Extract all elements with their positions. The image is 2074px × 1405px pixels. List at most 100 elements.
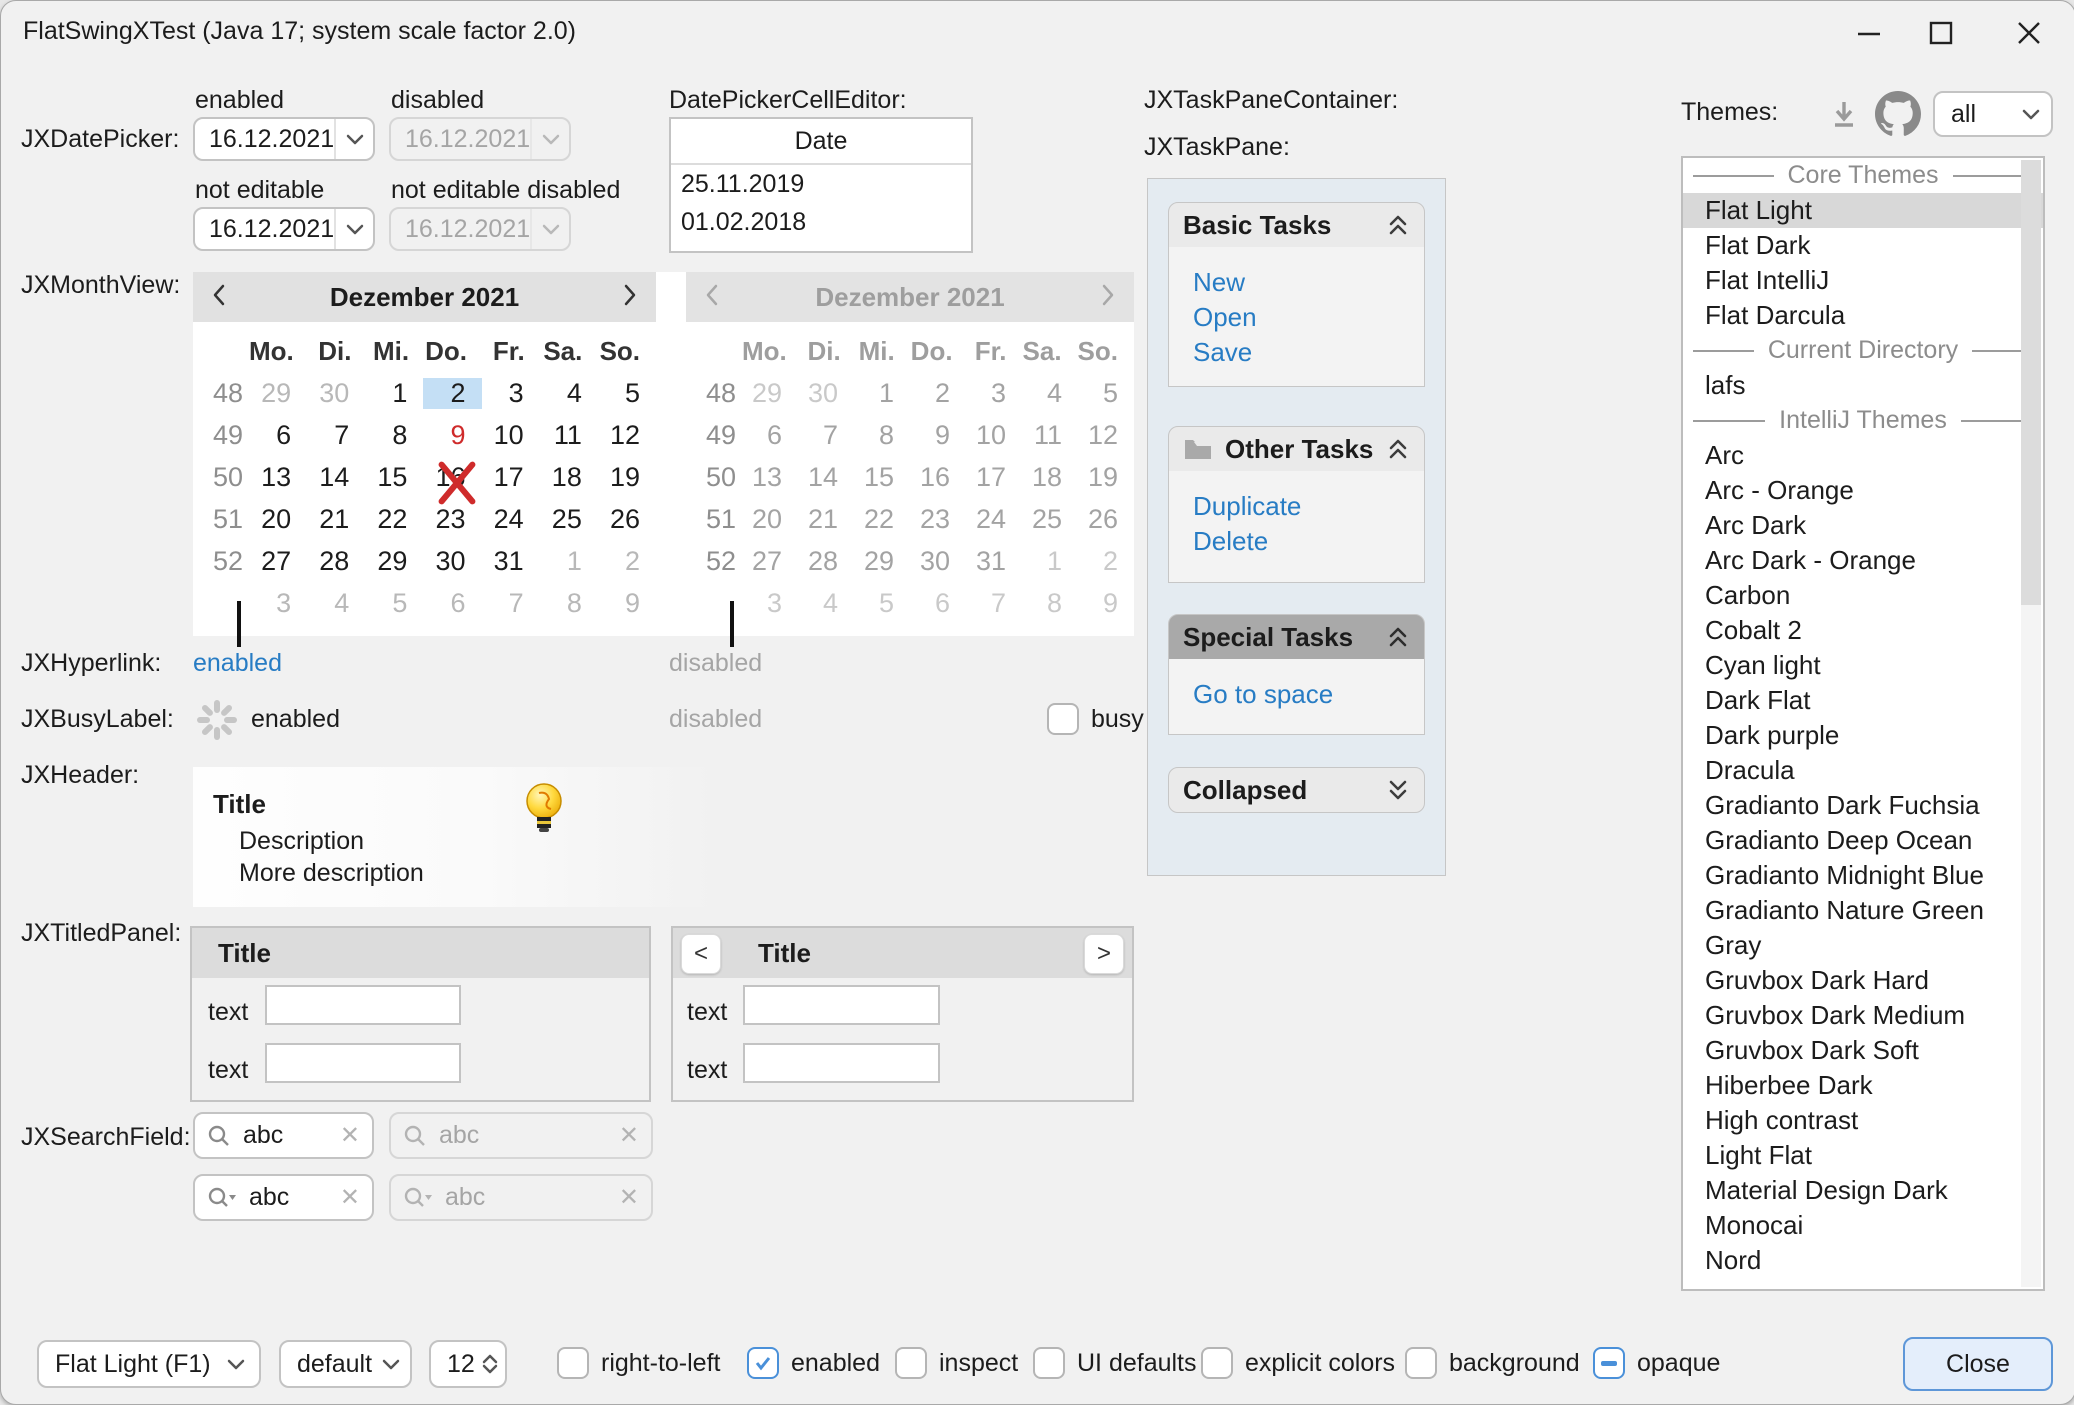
taskpane-link[interactable]: Open: [1193, 302, 1424, 337]
github-icon[interactable]: [1875, 91, 1921, 137]
day-cell[interactable]: 2: [598, 546, 656, 577]
day-cell[interactable]: 31: [482, 546, 540, 577]
theme-item[interactable]: Cyan light: [1683, 648, 2043, 683]
theme-item[interactable]: Flat IntelliJ: [1683, 263, 2043, 298]
taskpane-link[interactable]: New: [1193, 267, 1424, 302]
chevron-down-icon[interactable]: [334, 119, 373, 159]
text-input[interactable]: [743, 1043, 940, 1083]
day-cell[interactable]: 26: [598, 504, 656, 535]
day-cell[interactable]: 13: [249, 462, 307, 493]
checkbox-right-to-left[interactable]: right-to-left: [557, 1347, 720, 1379]
theme-item[interactable]: Flat Darcula: [1683, 298, 2043, 333]
day-cell[interactable]: 12: [598, 420, 656, 451]
taskpane-special-tasks-header[interactable]: Special Tasks: [1168, 614, 1425, 660]
theme-item[interactable]: Flat Light: [1683, 193, 2043, 228]
day-cell[interactable]: 1: [365, 378, 423, 409]
day-cell[interactable]: 24: [482, 504, 540, 535]
laf-combo[interactable]: Flat Light (F1): [37, 1340, 261, 1388]
theme-item[interactable]: Dracula: [1683, 753, 2043, 788]
collapse-icon[interactable]: [1386, 625, 1410, 649]
day-cell[interactable]: 5: [365, 588, 423, 619]
themes-scrollbar[interactable]: [2021, 160, 2041, 1287]
day-cell[interactable]: 15: [365, 462, 423, 493]
taskpane-link[interactable]: Go to space: [1193, 679, 1424, 714]
day-cell[interactable]: 3: [482, 378, 540, 409]
day-cell[interactable]: 7: [307, 420, 365, 451]
themes-filter-combo[interactable]: all: [1933, 91, 2053, 137]
day-cell[interactable]: 14: [307, 462, 365, 493]
calendar-grid[interactable]: Mo.Di.Mi.Do.Fr.Sa.So.4829301234549678910…: [193, 322, 656, 624]
minimize-button[interactable]: [1839, 9, 1899, 57]
day-cell[interactable]: 10: [482, 420, 540, 451]
busy-checkbox[interactable]: busy: [1047, 703, 1144, 735]
taskpane-other-tasks-header[interactable]: Other Tasks: [1168, 426, 1425, 472]
day-cell[interactable]: 28: [307, 546, 365, 577]
theme-item[interactable]: Flat Dark: [1683, 228, 2043, 263]
day-cell[interactable]: 22: [365, 504, 423, 535]
theme-item[interactable]: Material Design Dark: [1683, 1173, 2043, 1208]
table-row[interactable]: 01.02.2018: [671, 203, 971, 241]
theme-item[interactable]: Gradianto Deep Ocean: [1683, 823, 2043, 858]
theme-item[interactable]: Dark purple: [1683, 718, 2043, 753]
next-button[interactable]: >: [1084, 934, 1124, 974]
theme-item[interactable]: Carbon: [1683, 578, 2043, 613]
day-cell[interactable]: 25: [540, 504, 598, 535]
day-cell[interactable]: 21: [307, 504, 365, 535]
close-button[interactable]: [1999, 9, 2059, 57]
chevron-right-icon[interactable]: [622, 283, 638, 312]
chevron-down-icon[interactable]: [334, 209, 373, 249]
expand-icon[interactable]: [1386, 778, 1410, 802]
day-cell[interactable]: 19: [598, 462, 656, 493]
datepicker-enabled[interactable]: 16.12.2021: [193, 117, 375, 161]
search-input[interactable]: abc: [243, 1121, 328, 1150]
theme-item[interactable]: Dark Flat: [1683, 683, 2043, 718]
day-cell[interactable]: 6: [249, 420, 307, 451]
day-cell[interactable]: 2: [423, 378, 481, 409]
download-icon[interactable]: [1825, 96, 1863, 134]
theme-item[interactable]: Gray: [1683, 928, 2043, 963]
cell-editor-table[interactable]: Date 25.11.2019 01.02.2018: [669, 117, 973, 253]
day-cell[interactable]: 4: [307, 588, 365, 619]
clear-icon[interactable]: ✕: [340, 1121, 360, 1150]
day-cell[interactable]: 30: [423, 546, 481, 577]
day-cell[interactable]: 5: [598, 378, 656, 409]
search-input[interactable]: abc: [249, 1183, 328, 1212]
taskpane-link[interactable]: Delete: [1193, 526, 1424, 561]
day-cell[interactable]: 23: [423, 504, 481, 535]
theme-item[interactable]: Cobalt 2: [1683, 613, 2043, 648]
day-cell[interactable]: 20: [249, 504, 307, 535]
theme-item[interactable]: Hiberbee Dark: [1683, 1068, 2043, 1103]
checkbox-background[interactable]: background: [1405, 1347, 1580, 1379]
day-cell[interactable]: 7: [482, 588, 540, 619]
theme-item[interactable]: Light Flat: [1683, 1138, 2043, 1173]
day-cell[interactable]: 8: [365, 420, 423, 451]
theme-item[interactable]: Gradianto Nature Green: [1683, 893, 2043, 928]
checkbox-inspect[interactable]: inspect: [895, 1347, 1018, 1379]
checkbox-enabled[interactable]: enabled: [747, 1347, 880, 1379]
checkbox-explicit-colors[interactable]: explicit colors: [1201, 1347, 1395, 1379]
themes-list[interactable]: Core ThemesFlat LightFlat DarkFlat Intel…: [1681, 156, 2045, 1291]
text-input[interactable]: [265, 1043, 461, 1083]
text-input[interactable]: [265, 985, 461, 1025]
spinner-arrows[interactable]: [475, 1342, 505, 1386]
day-cell[interactable]: 9: [598, 588, 656, 619]
checkbox-opaque[interactable]: opaque: [1593, 1347, 1720, 1379]
close-dialog-button[interactable]: Close: [1903, 1337, 2053, 1391]
day-cell[interactable]: 29: [365, 546, 423, 577]
hyperlink-enabled[interactable]: enabled: [193, 649, 282, 678]
theme-item[interactable]: Arc - Orange: [1683, 473, 2043, 508]
text-input[interactable]: [743, 985, 940, 1025]
day-cell[interactable]: 3: [249, 588, 307, 619]
monthview-enabled[interactable]: Dezember 2021 Mo.Di.Mi.Do.Fr.Sa.So.48293…: [193, 272, 656, 636]
search-field[interactable]: abc ✕: [193, 1112, 374, 1159]
theme-item[interactable]: High contrast: [1683, 1103, 2043, 1138]
theme-item[interactable]: Gruvbox Dark Medium: [1683, 998, 2043, 1033]
prev-button[interactable]: <: [681, 934, 721, 974]
font-combo[interactable]: default: [279, 1340, 412, 1388]
taskpane-link[interactable]: Duplicate: [1193, 491, 1424, 526]
day-cell[interactable]: 11: [540, 420, 598, 451]
theme-item[interactable]: lafs: [1683, 368, 2043, 403]
day-cell[interactable]: 27: [249, 546, 307, 577]
maximize-button[interactable]: [1911, 9, 1971, 57]
day-cell[interactable]: 9: [423, 420, 481, 451]
